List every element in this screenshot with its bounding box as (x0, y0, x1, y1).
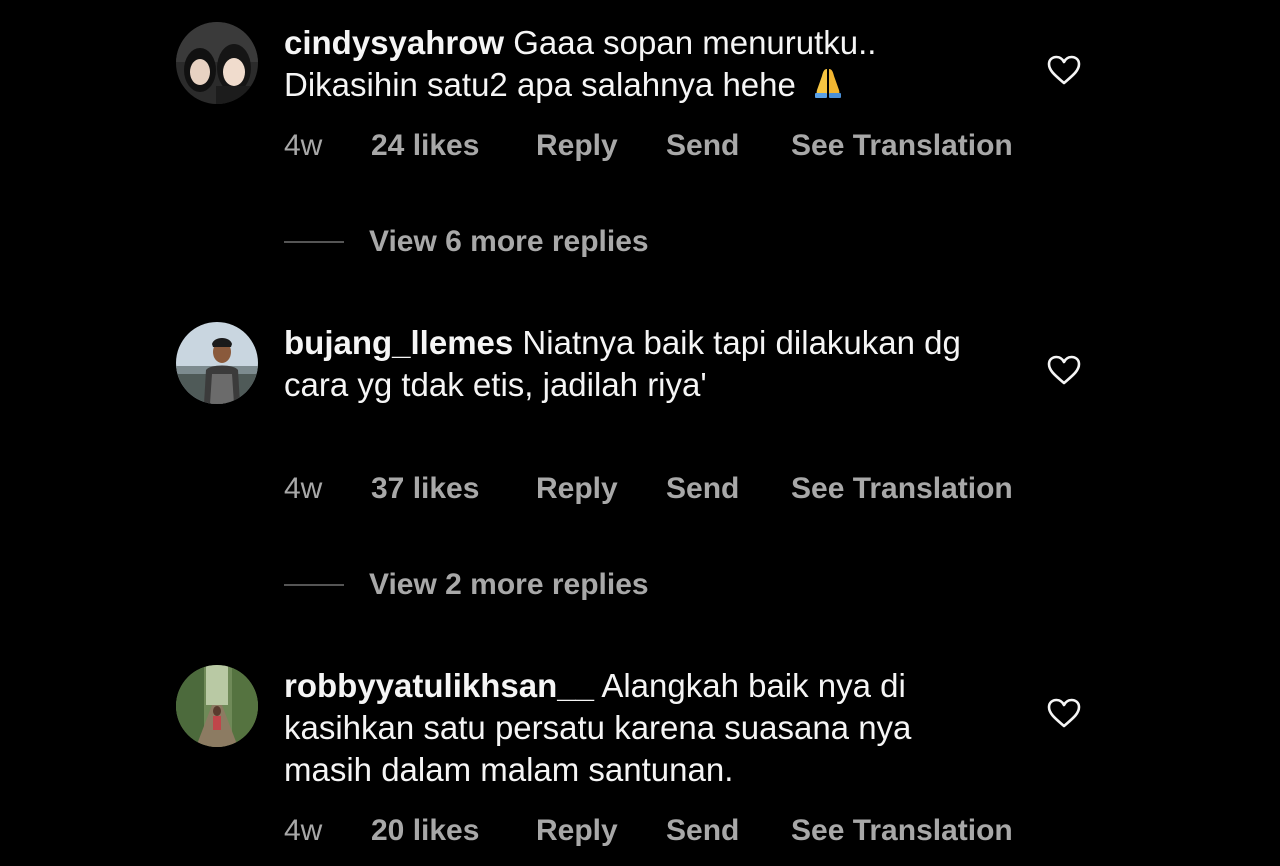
comment-username[interactable]: bujang_llemes (284, 324, 513, 361)
heart-icon[interactable] (1046, 354, 1082, 386)
avatar[interactable] (176, 22, 258, 104)
comment-age: 4w (284, 814, 323, 847)
heart-icon[interactable] (1046, 54, 1082, 86)
replies-divider-line (284, 584, 344, 586)
reply-button[interactable]: Reply (536, 126, 618, 166)
avatar[interactable] (176, 322, 258, 404)
reply-button[interactable]: Reply (536, 469, 618, 509)
view-replies-label[interactable]: View 6 more replies (369, 222, 649, 262)
see-translation-button[interactable]: See Translation (791, 469, 1013, 509)
see-translation-button[interactable]: See Translation (791, 811, 1013, 851)
folded-hands-icon (811, 66, 845, 110)
comment-text: robbyyatulikhsan__ Alangkah baik nya di … (284, 665, 1004, 791)
send-button[interactable]: Send (666, 469, 739, 509)
comment-age: 4w (284, 472, 323, 505)
view-replies-label[interactable]: View 2 more replies (369, 565, 649, 605)
likes-count[interactable]: 20 likes (371, 811, 479, 851)
heart-icon[interactable] (1046, 697, 1082, 729)
send-button[interactable]: Send (666, 811, 739, 851)
comment-text: bujang_llemes Niatnya baik tapi dilakuka… (284, 322, 1004, 406)
likes-count[interactable]: 24 likes (371, 126, 479, 166)
likes-count[interactable]: 37 likes (371, 469, 479, 509)
replies-divider-line (284, 241, 344, 243)
avatar[interactable] (176, 665, 258, 747)
comment-age: 4w (284, 129, 323, 162)
see-translation-button[interactable]: See Translation (791, 126, 1013, 166)
send-button[interactable]: Send (666, 126, 739, 166)
comment-username[interactable]: cindysyahrow (284, 24, 504, 61)
comment-text: cindysyahrow Gaaa sopan menurutku.. Dika… (284, 22, 1004, 110)
reply-button[interactable]: Reply (536, 811, 618, 851)
comment-username[interactable]: robbyyatulikhsan__ (284, 667, 594, 704)
